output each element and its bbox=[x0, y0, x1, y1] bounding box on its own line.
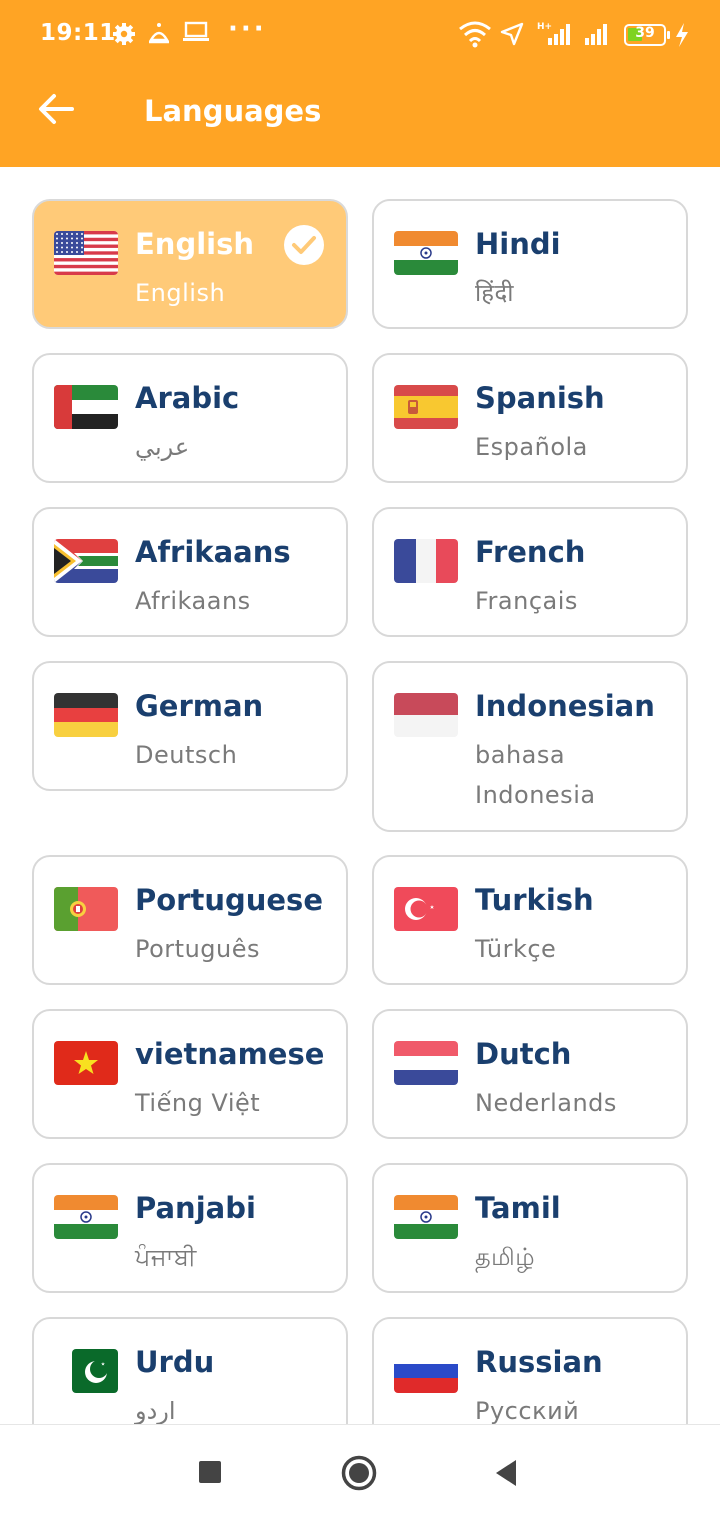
russia-flag-icon bbox=[394, 1349, 458, 1393]
app-header: 19:11 ··· H+ 39 Languages bbox=[0, 0, 720, 167]
us-flag-icon bbox=[54, 231, 118, 275]
pakistan-flag-icon bbox=[72, 1349, 118, 1393]
checkmark-icon bbox=[284, 225, 324, 265]
south-africa-flag-icon bbox=[54, 539, 118, 583]
netherlands-flag-icon bbox=[394, 1041, 458, 1085]
language-card-german[interactable]: German Deutsch bbox=[32, 661, 348, 791]
language-name: Russian bbox=[475, 1345, 603, 1379]
language-card-hindi[interactable]: Hindi हिंदी bbox=[372, 199, 688, 329]
language-native-name: Nederlands bbox=[475, 1089, 617, 1117]
language-card-afrikaans[interactable]: Afrikaans Afrikaans bbox=[32, 507, 348, 637]
language-name: Urdu bbox=[135, 1345, 215, 1379]
language-name: Indonesian bbox=[475, 689, 655, 723]
language-native-name: ਪੰਜਾਬੀ bbox=[135, 1243, 197, 1271]
language-name: Afrikaans bbox=[135, 535, 291, 569]
portugal-flag-icon bbox=[54, 887, 118, 931]
language-card-spanish[interactable]: Spanish Española bbox=[372, 353, 688, 483]
language-native-name: English bbox=[135, 279, 226, 307]
language-native-name: Deutsch bbox=[135, 741, 238, 769]
language-name: vietnamese bbox=[135, 1037, 325, 1071]
language-card-arabic[interactable]: Arabic عربي bbox=[32, 353, 348, 483]
language-native-name: Türkçe bbox=[475, 935, 557, 963]
language-card-tamil[interactable]: Tamil தமிழ் bbox=[372, 1163, 688, 1293]
charging-icon bbox=[674, 22, 690, 52]
language-native-name: हिंदी bbox=[475, 279, 514, 307]
language-card-panjabi[interactable]: Panjabi ਪੰਜਾਬੀ bbox=[32, 1163, 348, 1293]
battery-level: 39 bbox=[635, 25, 655, 41]
turkey-flag-icon bbox=[394, 887, 458, 931]
page-title: Languages bbox=[144, 94, 322, 128]
language-native-name: Português bbox=[135, 935, 261, 963]
language-name: Arabic bbox=[135, 381, 240, 415]
india-flag-icon bbox=[394, 231, 458, 275]
language-native-name: Français bbox=[475, 587, 578, 615]
indonesia-flag-icon bbox=[394, 693, 458, 737]
vietnam-flag-icon bbox=[54, 1041, 118, 1085]
spain-flag-icon bbox=[394, 385, 458, 429]
language-name: Panjabi bbox=[135, 1191, 256, 1225]
language-name: German bbox=[135, 689, 264, 723]
language-native-name: Tiếng Việt bbox=[135, 1089, 261, 1117]
more-dots-icon: ··· bbox=[228, 14, 267, 44]
recents-square-icon[interactable] bbox=[198, 1460, 222, 1488]
wifi-icon bbox=[458, 20, 492, 52]
status-bar: 19:11 ··· H+ 39 bbox=[0, 0, 720, 70]
language-name: English bbox=[135, 227, 255, 261]
language-native-name: தமிழ் bbox=[475, 1243, 536, 1271]
language-card-dutch[interactable]: Dutch Nederlands bbox=[372, 1009, 688, 1139]
language-card-indonesian[interactable]: Indonesian bahasa Indonesia bbox=[372, 661, 688, 832]
language-native-name: Española bbox=[475, 433, 588, 461]
language-native-name: Afrikaans bbox=[135, 587, 251, 615]
india-flag-icon bbox=[394, 1195, 458, 1239]
gear-icon bbox=[112, 22, 136, 50]
language-name: Hindi bbox=[475, 227, 561, 261]
alarm-icon bbox=[146, 20, 172, 50]
language-name: Dutch bbox=[475, 1037, 572, 1071]
language-card-vietnamese[interactable]: vietnamese Tiếng Việt bbox=[32, 1009, 348, 1139]
language-card-turkish[interactable]: Turkish Türkçe bbox=[372, 855, 688, 985]
location-arrow-icon bbox=[500, 22, 524, 50]
language-name: Portuguese bbox=[135, 883, 323, 917]
signal-icon: H+ bbox=[536, 20, 576, 52]
back-button[interactable] bbox=[30, 88, 82, 134]
language-name: Turkish bbox=[475, 883, 594, 917]
language-card-english[interactable]: English English bbox=[32, 199, 348, 329]
language-card-portuguese[interactable]: Portuguese Português bbox=[32, 855, 348, 985]
language-name: Spanish bbox=[475, 381, 605, 415]
uae-flag-icon bbox=[54, 385, 118, 429]
language-card-french[interactable]: French Français bbox=[372, 507, 688, 637]
language-name: French bbox=[475, 535, 586, 569]
france-flag-icon bbox=[394, 539, 458, 583]
status-time: 19:11 bbox=[40, 20, 116, 46]
back-triangle-icon[interactable] bbox=[494, 1459, 518, 1491]
language-name: Tamil bbox=[475, 1191, 561, 1225]
navigation-bar bbox=[0, 1424, 720, 1520]
home-circle-icon[interactable] bbox=[341, 1455, 377, 1495]
language-native-name: عربي bbox=[135, 433, 190, 461]
signal-icon bbox=[584, 20, 614, 52]
language-native-name: bahasa Indonesia bbox=[475, 741, 596, 809]
svg-text:H+: H+ bbox=[537, 22, 552, 32]
laptop-icon bbox=[182, 20, 210, 48]
india-flag-icon bbox=[54, 1195, 118, 1239]
battery-icon: 39 bbox=[624, 24, 670, 46]
arrow-left-icon bbox=[38, 93, 74, 129]
germany-flag-icon bbox=[54, 693, 118, 737]
